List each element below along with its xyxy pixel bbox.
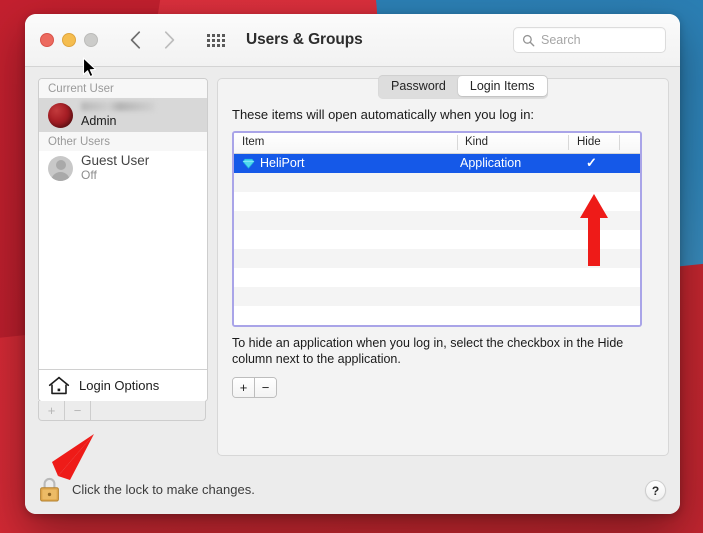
add-user-button[interactable]: + — [39, 401, 65, 420]
chevron-right-icon — [164, 31, 174, 49]
table-cell-item-label: HeliPort — [260, 156, 305, 170]
window-titlebar: Users & Groups Search — [25, 14, 680, 67]
heliport-gem-icon — [242, 158, 255, 168]
table-row[interactable] — [234, 173, 640, 192]
checkmark-icon: ✓ — [586, 155, 597, 170]
page-title: Users & Groups — [246, 31, 363, 48]
admin-user-text: Admin — [81, 101, 155, 128]
chevron-left-icon — [130, 31, 140, 49]
guest-user-status: Off — [81, 167, 97, 182]
login-items-table[interactable]: Item Kind Hide HeliPort Application ✓ — [232, 131, 642, 327]
tab-password[interactable]: Password — [379, 76, 458, 96]
window-body: Current User Admin Other Users Guest Use… — [25, 67, 680, 514]
close-button[interactable] — [40, 33, 54, 47]
avatar — [48, 155, 73, 181]
remove-user-button[interactable]: − — [65, 401, 91, 420]
table-row[interactable] — [234, 268, 640, 287]
search-input[interactable]: Search — [513, 27, 666, 53]
lock-message: Click the lock to make changes. — [72, 482, 255, 497]
show-all-grid-icon[interactable] — [207, 33, 225, 47]
table-row[interactable] — [234, 211, 640, 230]
users-and-groups-window: Users & Groups Search Current User Admin — [25, 14, 680, 514]
guest-user-text: Guest User Off — [81, 153, 149, 182]
tab-login-items[interactable]: Login Items — [457, 76, 547, 96]
table-row[interactable] — [234, 287, 640, 306]
sidebar-item-guest-user[interactable]: Guest User Off — [39, 151, 207, 185]
column-header-item[interactable]: Item — [242, 136, 264, 148]
sidebar-group-header-other: Other Users — [39, 132, 207, 151]
admin-user-name-redacted — [81, 101, 155, 111]
mouse-cursor — [82, 57, 97, 78]
avatar — [48, 102, 73, 128]
column-header-kind[interactable]: Kind — [465, 136, 488, 148]
login-options-label: Login Options — [79, 378, 160, 393]
table-cell-kind: Application — [460, 156, 522, 170]
table-header-row: Item Kind Hide — [234, 133, 640, 154]
search-placeholder: Search — [541, 33, 581, 47]
login-items-panel: Password Login Items These items will op… — [217, 75, 669, 456]
table-row[interactable] — [234, 249, 640, 268]
add-login-item-button[interactable]: + — [233, 378, 254, 397]
table-row[interactable] — [234, 306, 640, 325]
column-header-hide[interactable]: Hide — [577, 136, 601, 148]
traffic-lights — [40, 33, 98, 47]
zoom-button[interactable] — [84, 33, 98, 47]
sidebar-add-remove-group: + − — [38, 401, 206, 421]
table-row[interactable] — [234, 192, 640, 211]
hide-column-help-text: To hide an application when you log in, … — [232, 336, 624, 366]
lock-row[interactable]: Click the lock to make changes. — [38, 476, 255, 503]
table-cell-hide-checkbox[interactable]: ✓ — [586, 155, 597, 171]
forward-button[interactable] — [158, 27, 180, 53]
padlock-closed-icon[interactable] — [38, 476, 61, 503]
login-items-add-remove-group: + − — [232, 377, 277, 398]
table-row[interactable]: HeliPort Application ✓ — [234, 154, 640, 173]
table-row[interactable] — [234, 230, 640, 249]
sidebar-group-header-current: Current User — [39, 79, 207, 98]
help-button[interactable]: ? — [645, 480, 666, 501]
back-button[interactable] — [124, 27, 146, 53]
sidebar-item-admin-user[interactable]: Admin — [39, 98, 207, 132]
admin-user-role: Admin — [81, 113, 117, 128]
guest-user-name: Guest User — [81, 153, 150, 169]
table-cell-item: HeliPort — [242, 156, 304, 170]
home-icon — [48, 376, 70, 395]
panel-tabs: Password Login Items — [378, 75, 548, 99]
minimize-button[interactable] — [62, 33, 76, 47]
sidebar-item-login-options[interactable]: Login Options — [39, 369, 207, 401]
desktop-wallpaper: Users & Groups Search Current User Admin — [0, 0, 703, 533]
users-sidebar: Current User Admin Other Users Guest Use… — [38, 78, 208, 402]
remove-login-item-button[interactable]: − — [254, 378, 276, 397]
panel-caption: These items will open automatically when… — [232, 107, 535, 122]
search-icon — [522, 34, 535, 46]
